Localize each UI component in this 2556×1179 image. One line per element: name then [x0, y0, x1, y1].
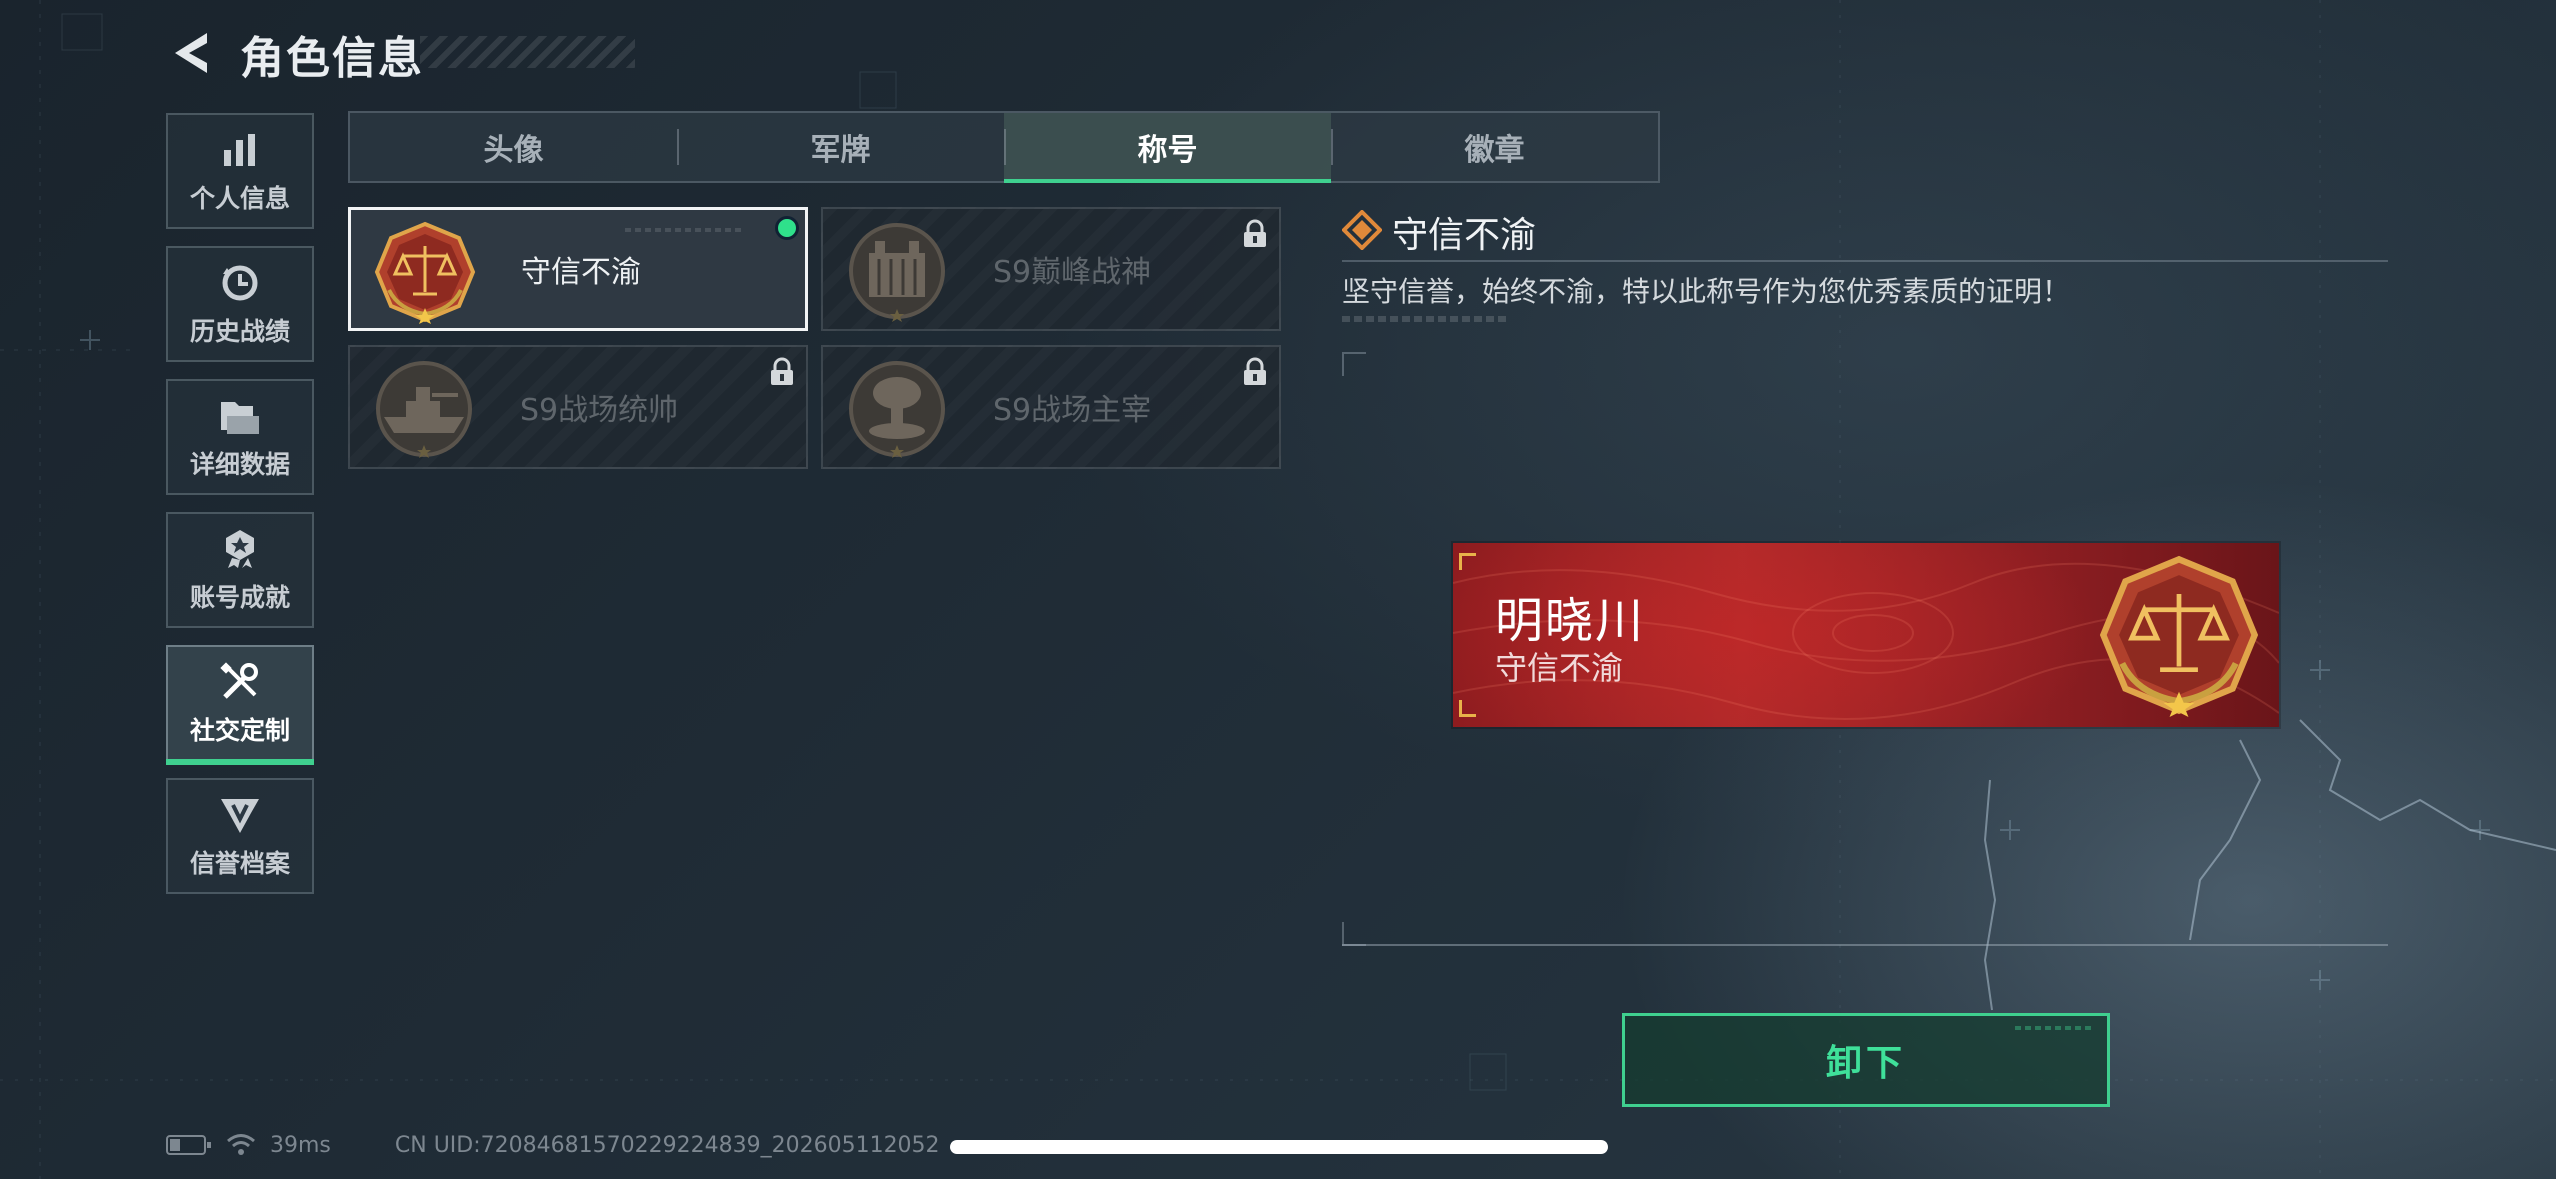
- title-card-s9-battlefield-commander[interactable]: S9战场统帅: [348, 345, 808, 469]
- tab-avatar[interactable]: 头像: [350, 113, 677, 181]
- nav-label: 详细数据: [189, 450, 290, 479]
- equipped-indicator: [775, 216, 799, 240]
- nav-item-match-history[interactable]: 历史战绩: [166, 246, 314, 362]
- status-bar: 39ms CN UID:72084681570229224839_2026051…: [166, 1128, 940, 1162]
- folder-stack-icon: [217, 393, 263, 439]
- uid-text: CN UID:72084681570229224839_202605112052: [394, 1132, 940, 1158]
- active-indicator: [166, 759, 314, 765]
- tab-dog-tag[interactable]: 军牌: [677, 113, 1004, 181]
- mushroom-cloud-emblem: [849, 361, 945, 458]
- detail-decoration: [1342, 316, 1507, 322]
- nav-label: 社交定制: [189, 716, 290, 745]
- nav-label: 信誉档案: [189, 849, 290, 878]
- achievement-badge-icon: [217, 526, 263, 572]
- tab-badge[interactable]: 徽章: [1331, 113, 1658, 181]
- lock-icon: [771, 357, 793, 385]
- title-card-label: S9战场统帅: [520, 393, 679, 428]
- title-card-label: S9巅峰战神: [993, 255, 1152, 290]
- scales-justice-emblem: [2099, 555, 2259, 717]
- ping-text: 39ms: [270, 1132, 331, 1158]
- nameplate-preview: 明晓川 守信不渝: [1453, 543, 2279, 727]
- diamond-icon: [1342, 210, 1382, 250]
- player-title: 守信不渝: [1495, 649, 1624, 687]
- title-card-s9-battlefield-ruler[interactable]: S9战场主宰: [821, 345, 1281, 469]
- back-button[interactable]: [160, 22, 222, 84]
- divider: [1342, 944, 2388, 946]
- title-card-label: S9战场主宰: [993, 393, 1152, 428]
- title-card-s9-peak-warrior[interactable]: S9巅峰战神: [821, 207, 1281, 331]
- title-card-label: 守信不渝: [521, 255, 641, 290]
- detail-title-name: 守信不渝: [1392, 215, 1537, 256]
- nav-label: 历史战绩: [189, 317, 290, 346]
- page-title: 角色信息: [240, 33, 424, 84]
- nav-item-personal-info[interactable]: 个人信息: [166, 113, 314, 229]
- nav-item-credit-record[interactable]: 信誉档案: [166, 778, 314, 894]
- nav-label: 个人信息: [189, 184, 290, 213]
- player-name: 明晓川: [1495, 593, 1646, 649]
- home-indicator[interactable]: [950, 1140, 1608, 1154]
- wrench-screwdriver-icon: [217, 659, 263, 705]
- credit-shield-icon: [217, 792, 263, 838]
- back-arrow-icon: [175, 33, 207, 73]
- fortress-emblem: [849, 223, 945, 322]
- unequip-button[interactable]: 卸下: [1622, 1013, 2110, 1107]
- battleship-emblem: [376, 361, 472, 458]
- nav-label: 账号成就: [189, 583, 290, 612]
- bar-chart-icon: [217, 127, 263, 173]
- battery-icon: [166, 1135, 211, 1155]
- history-clock-icon: [217, 260, 263, 306]
- tab-bar: 头像 军牌 称号 徽章: [348, 111, 1660, 183]
- scales-justice-emblem: [374, 221, 476, 324]
- button-decoration: [2015, 1026, 2095, 1030]
- unequip-button-label: 卸下: [1825, 1043, 1906, 1084]
- wifi-icon: [227, 1134, 255, 1155]
- nav-item-achievements[interactable]: 账号成就: [166, 512, 314, 628]
- title-decoration: [420, 36, 635, 68]
- lock-icon: [1244, 357, 1266, 385]
- title-card-trustworthy[interactable]: 守信不渝: [348, 207, 808, 331]
- nav-item-detailed-data[interactable]: 详细数据: [166, 379, 314, 495]
- nav-item-social-customization[interactable]: 社交定制: [166, 645, 314, 765]
- lock-icon: [1244, 219, 1266, 247]
- card-decoration: [625, 228, 745, 232]
- tab-title[interactable]: 称号: [1004, 113, 1331, 183]
- detail-description: 坚守信誉，始终不渝，特以此称号作为您优秀素质的证明！: [1342, 275, 2071, 308]
- divider: [1342, 260, 2388, 262]
